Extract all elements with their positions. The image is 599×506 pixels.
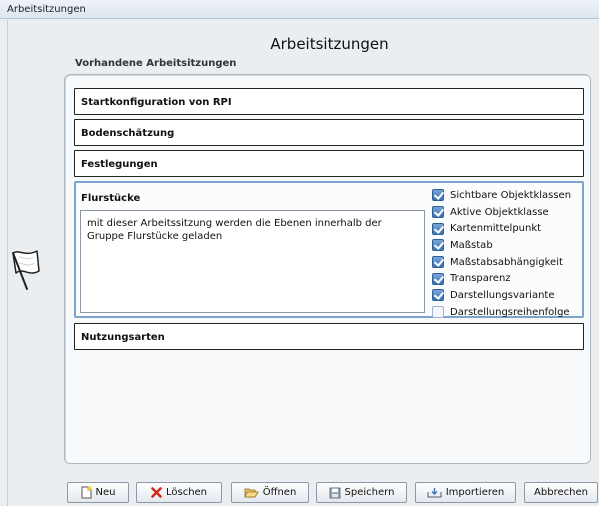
new-label: Neu — [95, 487, 116, 498]
session-label: Startkonfiguration von RPI — [81, 97, 232, 108]
save-button[interactable]: Speichern — [316, 482, 407, 503]
option-sichtbare-objektklassen[interactable]: Sichtbare Objektklassen — [432, 187, 582, 204]
delete-x-icon — [151, 487, 162, 498]
option-label: Maßstabsabhängigkeit — [450, 256, 563, 268]
import-button[interactable]: Importieren — [415, 482, 516, 503]
checkbox[interactable] — [432, 306, 444, 319]
session-options: Sichtbare Objektklassen Aktive Objektkla… — [432, 187, 582, 321]
folder-open-icon — [244, 488, 259, 498]
save-label: Speichern — [344, 487, 395, 498]
option-massstabsabhaengigkeit[interactable]: Maßstabsabhängigkeit — [432, 254, 582, 271]
checkbox[interactable] — [432, 222, 444, 235]
new-button[interactable]: Neu — [67, 482, 129, 503]
option-transparenz[interactable]: Transparenz — [432, 270, 582, 287]
option-label: Darstellungsvariante — [450, 289, 555, 301]
checkbox[interactable] — [432, 206, 444, 219]
session-startkonfiguration[interactable]: Startkonfiguration von RPI — [74, 88, 584, 115]
option-darstellungsreihenfolge[interactable]: Darstellungsreihenfolge — [432, 304, 582, 321]
flag-icon — [12, 250, 40, 290]
checkbox[interactable] — [432, 289, 444, 302]
cancel-button[interactable]: Abbrechen — [524, 482, 598, 503]
checkbox[interactable] — [432, 239, 444, 252]
session-flurstuecke[interactable]: Flurstücke mit dieser Arbeitssitzung wer… — [74, 181, 584, 321]
session-label: Nutzungsarten — [81, 332, 165, 343]
option-aktive-objektklasse[interactable]: Aktive Objektklasse — [432, 204, 582, 221]
session-festlegungen[interactable]: Festlegungen — [74, 150, 584, 177]
option-label: Kartenmittelpunkt — [450, 223, 542, 235]
option-label: Transparenz — [450, 273, 511, 285]
import-label: Importieren — [445, 487, 505, 498]
session-bodenschaetzung[interactable]: Bodenschätzung — [74, 119, 584, 146]
checkbox[interactable] — [432, 256, 444, 269]
checkbox[interactable] — [432, 272, 444, 285]
option-label: Darstellungsreihenfolge — [450, 306, 570, 318]
open-label: Öffnen — [262, 487, 297, 498]
option-massstab[interactable]: Maßstab — [432, 237, 582, 254]
session-label: Festlegungen — [81, 159, 158, 170]
option-label: Sichtbare Objektklassen — [450, 189, 572, 201]
button-bar: Neu Löschen Öffnen Speichern Importieren… — [64, 482, 599, 504]
delete-button[interactable]: Löschen — [136, 482, 222, 503]
import-icon — [427, 488, 442, 498]
option-kartenmittelpunkt[interactable]: Kartenmittelpunkt — [432, 220, 582, 237]
checkbox[interactable] — [432, 189, 444, 202]
session-label: Bodenschätzung — [81, 128, 175, 139]
option-darstellungsvariante[interactable]: Darstellungsvariante — [432, 287, 582, 304]
window-titlebar: Arbeitsitzungen — [0, 0, 599, 19]
open-button[interactable]: Öffnen — [231, 482, 309, 503]
page-title: Arbeitsitzungen — [270, 35, 389, 53]
section-label: Vorhandene Arbeitsitzungen — [75, 58, 237, 69]
session-nutzungsarten[interactable]: Nutzungsarten — [74, 323, 584, 350]
window-title: Arbeitsitzungen — [7, 4, 86, 15]
delete-label: Löschen — [165, 487, 208, 498]
new-document-icon — [81, 486, 91, 499]
option-label: Aktive Objektklasse — [450, 206, 549, 218]
cancel-label: Abbrechen — [534, 487, 588, 498]
session-expanded-title: Flurstücke — [81, 193, 141, 204]
option-label: Maßstab — [450, 239, 493, 251]
floppy-disk-icon — [329, 487, 340, 498]
session-description[interactable]: mit dieser Arbeitssitzung werden die Ebe… — [80, 210, 425, 313]
